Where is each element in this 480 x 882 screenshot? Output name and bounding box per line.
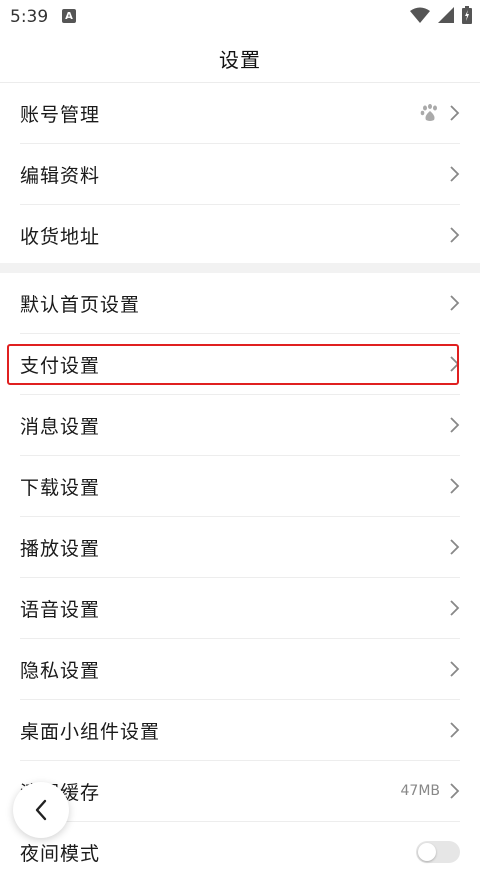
row-right	[448, 416, 460, 434]
row-label: 账号管理	[20, 103, 101, 126]
chevron-right-icon	[450, 661, 460, 677]
status-icons	[410, 6, 472, 24]
settings-row-address[interactable]: 收货地址	[20, 205, 460, 265]
settings-row-clear-cache[interactable]: 清理缓存 47MB	[20, 761, 460, 822]
account-group: 账号管理 编辑资料 收货地址	[0, 83, 480, 265]
preferences-group: 默认首页设置 支付设置 消息设置 下载设置 播放设置 语音设置 隐私设置 桌面小…	[0, 273, 480, 882]
section-divider	[0, 263, 480, 273]
row-right	[416, 841, 460, 863]
battery-icon	[462, 6, 472, 24]
chevron-right-icon	[450, 478, 460, 494]
page-title: 设置	[219, 47, 261, 72]
row-right	[448, 165, 460, 183]
settings-row-messages[interactable]: 消息设置	[20, 395, 460, 456]
row-right	[448, 294, 460, 312]
row-right	[448, 538, 460, 556]
settings-row-payment[interactable]: 支付设置	[20, 334, 460, 395]
settings-row-account[interactable]: 账号管理	[20, 83, 460, 144]
status-bar: 5:39 A	[0, 0, 480, 34]
row-label: 消息设置	[20, 415, 101, 438]
row-right	[448, 226, 460, 244]
row-label: 播放设置	[20, 537, 101, 560]
settings-row-default-homepage[interactable]: 默认首页设置	[20, 273, 460, 334]
row-right	[448, 355, 460, 373]
chevron-right-icon	[450, 295, 460, 311]
cache-size: 47MB	[400, 783, 441, 799]
row-label: 编辑资料	[20, 164, 101, 187]
chevron-right-icon	[450, 600, 460, 616]
wifi-icon	[410, 7, 430, 23]
toggle-knob	[418, 843, 436, 861]
chevron-right-icon	[450, 227, 460, 243]
chevron-right-icon	[450, 166, 460, 182]
chevron-left-icon	[35, 799, 47, 821]
chevron-right-icon	[450, 539, 460, 555]
row-label: 默认首页设置	[20, 293, 141, 316]
settings-row-widgets[interactable]: 桌面小组件设置	[20, 700, 460, 761]
row-label: 桌面小组件设置	[20, 720, 161, 743]
page-header: 设置	[0, 34, 480, 83]
notification-a-icon: A	[62, 9, 76, 23]
back-button[interactable]	[13, 782, 69, 838]
settings-row-download[interactable]: 下载设置	[20, 456, 460, 517]
settings-row-edit-profile[interactable]: 编辑资料	[20, 144, 460, 205]
chevron-right-icon	[450, 417, 460, 433]
row-right	[448, 721, 460, 739]
night-mode-toggle[interactable]	[416, 841, 460, 863]
row-label: 隐私设置	[20, 659, 101, 682]
row-label: 收货地址	[20, 225, 101, 248]
chevron-right-icon	[450, 783, 460, 799]
settings-row-voice[interactable]: 语音设置	[20, 578, 460, 639]
row-right	[448, 599, 460, 617]
chevron-right-icon	[450, 722, 460, 738]
row-label: 语音设置	[20, 598, 101, 621]
signal-icon	[438, 7, 454, 23]
row-label: 夜间模式	[20, 842, 101, 865]
baidu-paw-icon	[420, 104, 437, 121]
settings-row-playback[interactable]: 播放设置	[20, 517, 460, 578]
row-right: 47MB	[401, 782, 461, 800]
status-time: 5:39	[10, 7, 49, 27]
row-label: 下载设置	[20, 476, 101, 499]
chevron-right-icon	[450, 356, 460, 372]
row-right	[420, 104, 460, 122]
chevron-right-icon	[450, 105, 460, 121]
row-right	[448, 660, 460, 678]
row-right	[448, 477, 460, 495]
row-label: 支付设置	[20, 354, 101, 377]
settings-row-night-mode: 夜间模式	[20, 822, 460, 882]
settings-row-privacy[interactable]: 隐私设置	[20, 639, 460, 700]
